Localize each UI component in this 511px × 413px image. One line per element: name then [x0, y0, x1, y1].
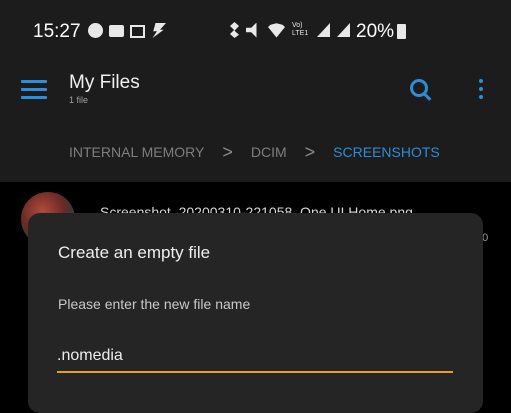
- chevron-right-icon: >: [304, 142, 316, 162]
- battery-icon: [397, 24, 406, 39]
- breadcrumb: INTERNAL MEMORY > DCIM > SCREENSHOTS: [69, 142, 440, 162]
- notification-icons: [88, 23, 166, 38]
- volte-icon: Vo) LTE1: [292, 22, 309, 37]
- file-count: 1 file: [69, 95, 89, 105]
- bluetooth-icon: [230, 22, 239, 38]
- wifi-icon: [268, 23, 285, 38]
- mute-icon: [246, 22, 257, 38]
- status-bar: 15:27 Vo) LTE1 20%: [0, 0, 511, 62]
- system-icons: Vo) LTE1: [230, 22, 350, 38]
- mail-icon: [109, 25, 124, 37]
- status-time: 15:27: [33, 21, 81, 42]
- search-icon[interactable]: [410, 79, 432, 101]
- dialog-title: Create an empty file: [58, 243, 211, 262]
- breadcrumb-internal-memory[interactable]: INTERNAL MEMORY: [69, 144, 204, 160]
- signal-icon: [337, 23, 350, 37]
- breadcrumb-dcim[interactable]: DCIM: [251, 144, 287, 160]
- file-name-input[interactable]: [57, 341, 453, 373]
- spotify-icon: [88, 23, 103, 38]
- hamburger-menu-icon[interactable]: [21, 80, 47, 100]
- dialog-prompt: Please enter the new file name: [58, 296, 251, 312]
- create-file-dialog: Create an empty file Please enter the ne…: [28, 213, 483, 413]
- breadcrumb-screenshots[interactable]: SCREENSHOTS: [333, 144, 440, 160]
- chevron-right-icon: >: [222, 142, 233, 162]
- more-options-icon[interactable]: [476, 79, 486, 101]
- app-title: My Files: [69, 72, 140, 93]
- gmail-icon: [130, 25, 145, 38]
- app-bar: My Files 1 file INTERNAL MEMORY > DCIM >…: [0, 62, 511, 182]
- battery-percent: 20%: [356, 21, 395, 42]
- flash-icon: [152, 23, 166, 38]
- signal-icon: [317, 23, 330, 37]
